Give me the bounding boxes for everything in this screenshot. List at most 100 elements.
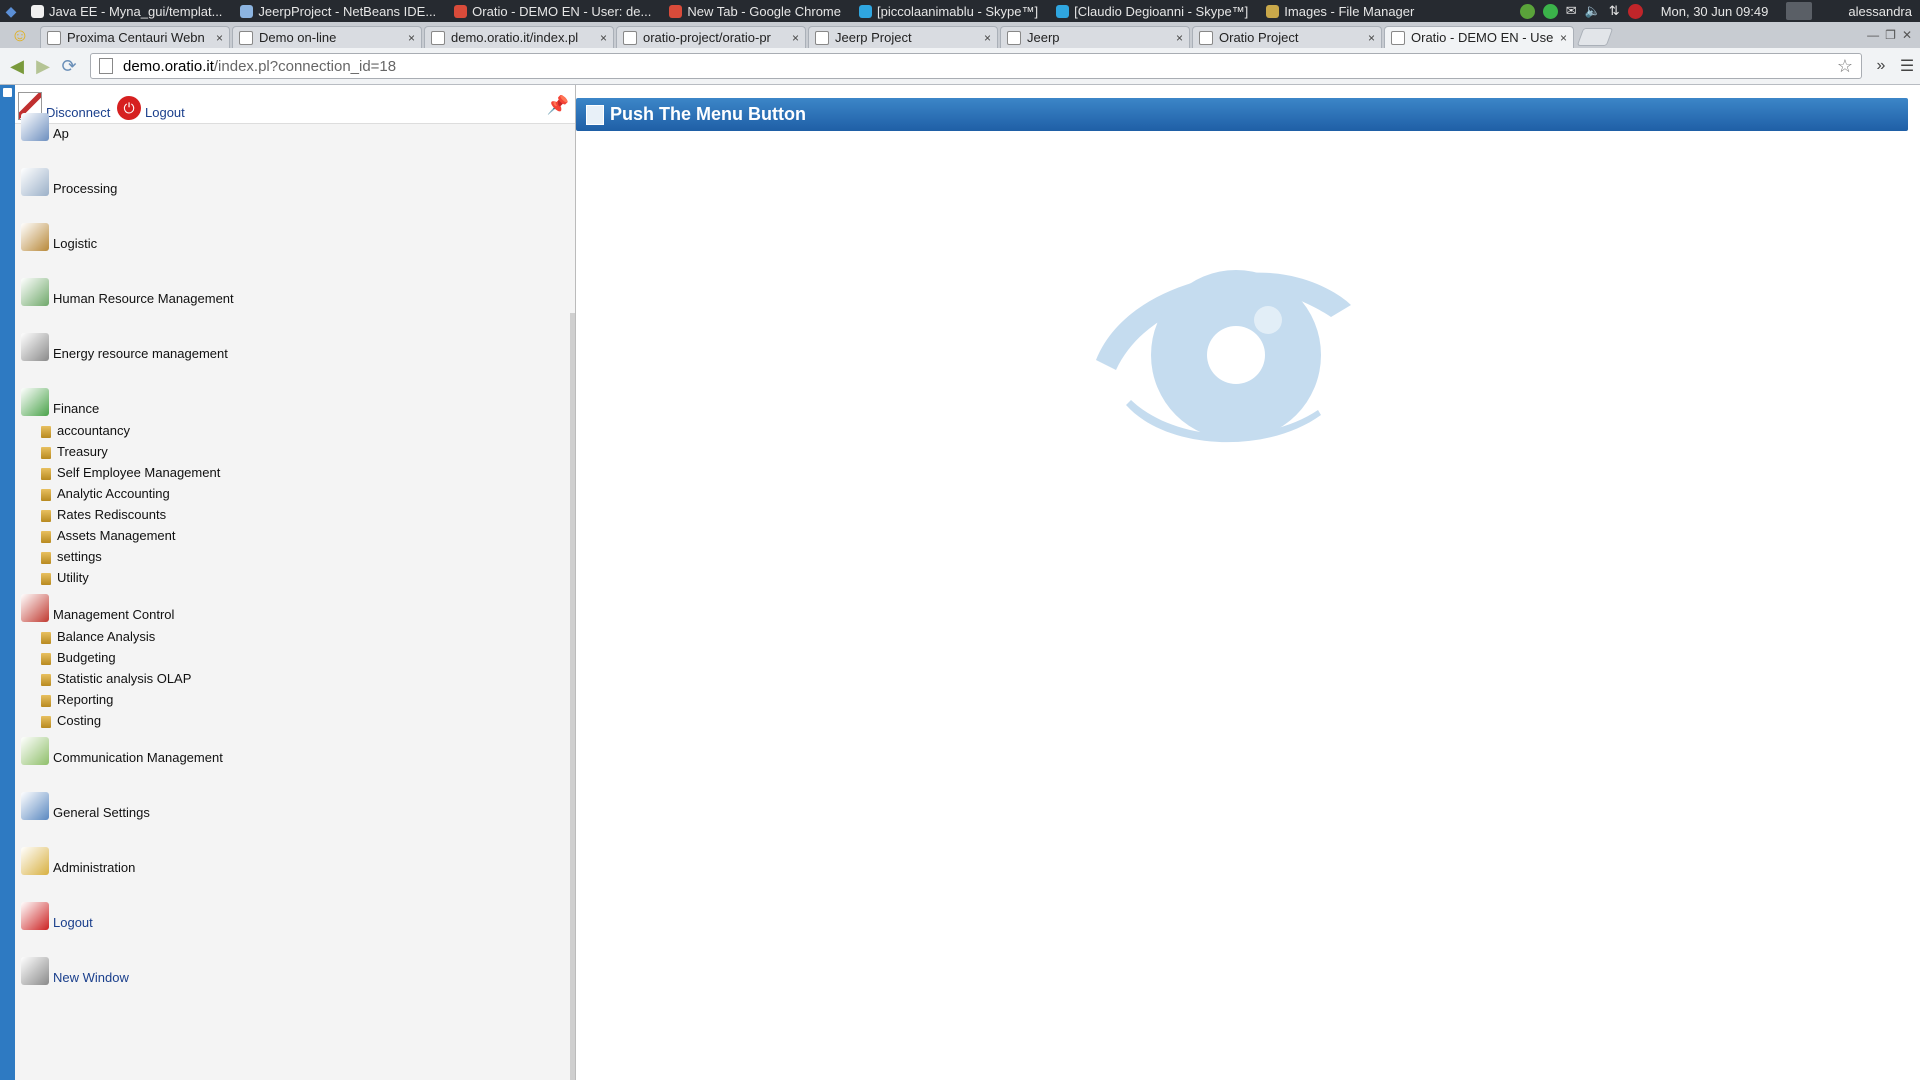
browser-tab[interactable]: Jeerp × (1000, 26, 1190, 48)
taskbar-task[interactable]: Java EE - Myna_gui/templat... (22, 4, 231, 19)
ap-icon (21, 113, 49, 141)
menu-subitem[interactable]: Analytic Accounting (41, 486, 170, 501)
collapse-handle-icon[interactable] (3, 88, 12, 97)
browser-tab[interactable]: Oratio Project × (1192, 26, 1382, 48)
menu-category[interactable]: Ap (21, 113, 69, 141)
menu-subitem[interactable]: Budgeting (41, 650, 116, 665)
tab-close-icon[interactable]: × (792, 31, 799, 45)
menu-category[interactable]: Management Control (21, 594, 174, 622)
menu-category[interactable]: Logout (21, 902, 93, 930)
menu-category-label: Logout (53, 915, 93, 930)
taskbar-task[interactable]: [piccolaanimablu - Skype™] (850, 4, 1047, 19)
tab-close-icon[interactable]: × (984, 31, 991, 45)
menu-category-label: Administration (53, 860, 136, 875)
skype-status-icon[interactable] (1542, 3, 1558, 19)
browser-tab[interactable]: oratio-project/oratio-pr × (616, 26, 806, 48)
menu-subitem[interactable]: Statistic analysis OLAP (41, 671, 191, 686)
menu-subitem[interactable]: Self Employee Management (41, 465, 220, 480)
browser-tab-active[interactable]: Oratio - DEMO EN - Use × (1384, 26, 1574, 48)
volume-icon[interactable]: 🔈 (1585, 3, 1601, 19)
profile-avatar-icon[interactable]: ☺ (0, 22, 40, 48)
menu-subitem[interactable]: accountancy (41, 423, 130, 438)
taskbar-task[interactable]: JeerpProject - NetBeans IDE... (231, 4, 445, 19)
tab-close-icon[interactable]: × (1368, 31, 1375, 45)
taskbar-task[interactable]: [Claudio Degioanni - Skype™] (1047, 4, 1257, 19)
menu-subitem[interactable]: Reporting (41, 692, 113, 707)
management-control-icon (21, 594, 49, 622)
tab-close-icon[interactable]: × (408, 31, 415, 45)
chrome-tray-icon[interactable] (1786, 2, 1813, 20)
menu-category[interactable]: Processing (21, 168, 117, 196)
app-icon (240, 4, 254, 18)
menu-category[interactable]: Human Resource Management (21, 278, 234, 306)
maximize-icon[interactable]: ❐ (1885, 28, 1896, 42)
tab-close-icon[interactable]: × (216, 31, 223, 45)
browser-tab[interactable]: Jeerp Project × (808, 26, 998, 48)
logout-top-link[interactable]: ⏻ Logout (117, 96, 185, 120)
menu-subitem[interactable]: Balance Analysis (41, 629, 155, 644)
tab-close-icon[interactable]: × (600, 31, 607, 45)
new-window-icon (21, 957, 49, 985)
browser-tab[interactable]: Proxima Centauri Webn × (40, 26, 230, 48)
bookmark-star-icon[interactable]: ☆ (1837, 56, 1853, 77)
address-bar[interactable]: demo.oratio.it/index.pl?connection_id=18… (90, 53, 1862, 79)
logistic-icon (21, 223, 49, 251)
mail-icon[interactable]: ✉ (1566, 3, 1577, 19)
menu-subitem[interactable]: Treasury (41, 444, 108, 459)
eye-logo-icon (1096, 270, 1351, 443)
tab-close-icon[interactable]: × (1176, 31, 1183, 45)
administration-icon (21, 847, 49, 875)
taskbar-task[interactable]: New Tab - Google Chrome (660, 4, 850, 19)
clock[interactable]: Mon, 30 Jun 09:49 (1661, 4, 1769, 19)
page-icon (99, 58, 113, 74)
close-window-icon[interactable]: ✕ (1902, 28, 1912, 42)
menu-subitem-label: Treasury (57, 444, 108, 459)
minimize-icon[interactable]: — (1867, 28, 1879, 42)
menu-icon[interactable]: ☰ (1894, 56, 1920, 76)
tab-title: Oratio - DEMO EN - Use (1411, 30, 1554, 45)
folder-icon (41, 510, 51, 522)
sidebar-topbar: Disconnect ⏻ Logout 📌 (15, 85, 575, 124)
menu-subitem[interactable]: Rates Rediscounts (41, 507, 166, 522)
finance-icon (21, 388, 49, 416)
reload-icon[interactable]: ⟳ (56, 53, 82, 79)
menu-subitem[interactable]: Costing (41, 713, 101, 728)
menu-category[interactable]: Administration (21, 847, 135, 875)
menu-category[interactable]: Finance (21, 388, 99, 416)
browser-tab[interactable]: Demo on-line × (232, 26, 422, 48)
menu-subitem[interactable]: Utility (41, 570, 89, 585)
back-icon[interactable]: ◀ (4, 53, 30, 79)
menu-category[interactable]: New Window (21, 957, 129, 985)
taskbar-task[interactable]: Oratio - DEMO EN - User: de... (445, 4, 660, 19)
sidebar-scrollbar[interactable] (570, 313, 575, 1080)
browser-tab[interactable]: demo.oratio.it/index.pl × (424, 26, 614, 48)
tab-close-icon[interactable]: × (1560, 31, 1567, 45)
menu-category[interactable]: General Settings (21, 792, 150, 820)
extensions-overflow-icon[interactable]: » (1868, 57, 1894, 75)
menu-subitem[interactable]: settings (41, 549, 102, 564)
taskbar-task[interactable]: Images - File Manager (1257, 4, 1423, 19)
folder-icon (41, 653, 51, 665)
alert-icon[interactable] (1627, 3, 1643, 19)
forward-icon[interactable]: ▶ (30, 53, 56, 79)
tab-title: Jeerp (1027, 30, 1060, 45)
menu-category[interactable]: Communication Management (21, 737, 223, 765)
task-label: New Tab - Google Chrome (687, 3, 841, 19)
menu-category-label: General Settings (53, 805, 150, 820)
menu-sidebar: Disconnect ⏻ Logout 📌 Ap Processing Logist… (15, 85, 576, 1080)
menu-category[interactable]: Logistic (21, 223, 97, 251)
user-name[interactable]: alessandra (1848, 4, 1912, 19)
url-path: /index.pl?connection_id=18 (213, 57, 397, 75)
task-label: JeerpProject - NetBeans IDE... (258, 3, 437, 19)
tab-title: demo.oratio.it/index.pl (451, 30, 579, 45)
network-icon[interactable]: ⇅ (1609, 3, 1620, 19)
menu-subitem[interactable]: Assets Management (41, 528, 176, 543)
tab-title: Demo on-line (259, 30, 337, 45)
tab-favicon-icon (1391, 30, 1405, 45)
new-tab-button[interactable] (1576, 28, 1614, 46)
menu-category[interactable]: Energy resource management (21, 333, 228, 361)
task-label: [Claudio Degioanni - Skype™] (1074, 3, 1249, 19)
update-icon[interactable] (1519, 3, 1535, 19)
pin-icon[interactable]: 📌 (547, 95, 569, 116)
start-menu-icon[interactable]: ◆ (0, 0, 22, 22)
